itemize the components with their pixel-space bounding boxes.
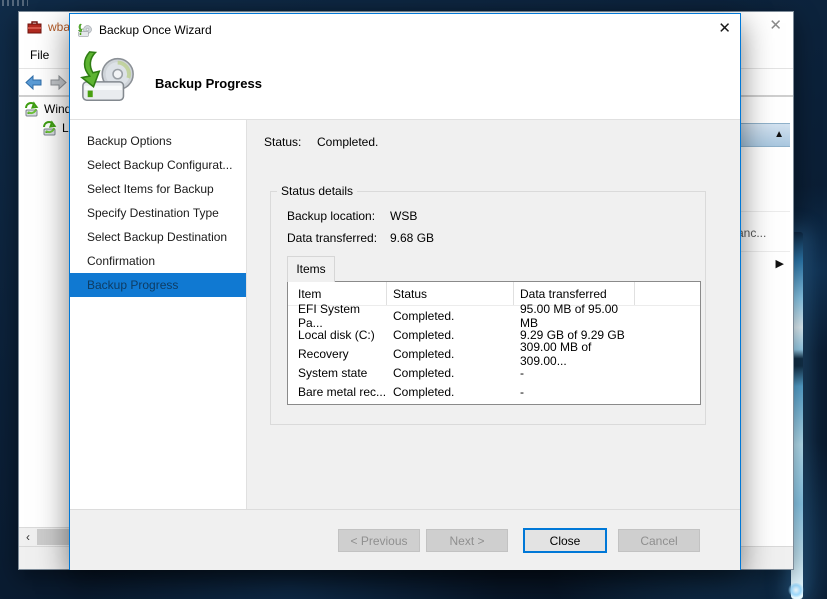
data-transferred-value: 9.68 GB — [390, 231, 434, 245]
cell-item: EFI System Pa... — [288, 302, 387, 330]
cell-item: Recovery — [288, 347, 387, 361]
wizard-close-icon[interactable]: ✕ — [718, 21, 731, 36]
status-label: Status: — [264, 135, 301, 149]
status-details-groupbox: Status details Backup location: WSB Data… — [270, 191, 706, 425]
scroll-up-icon[interactable]: ▲ — [774, 129, 784, 140]
previous-button[interactable]: < Previous — [338, 529, 420, 552]
backup-location-value: WSB — [390, 209, 417, 223]
wizard-step-list: Backup Options Select Backup Configurat.… — [70, 120, 247, 509]
actions-pane-separator — [740, 211, 790, 212]
server-backup-icon — [41, 120, 57, 136]
cell-data: 95.00 MB of 95.00 MB — [514, 302, 635, 330]
status-details-label: Status details — [277, 184, 357, 198]
cell-data: 309.00 MB of 309.00... — [514, 340, 635, 368]
back-arrow-icon[interactable] — [24, 74, 43, 91]
cell-data: - — [514, 366, 635, 380]
cell-item: Bare metal rec... — [288, 385, 387, 399]
cell-item: System state — [288, 366, 387, 380]
cell-item: Local disk (C:) — [288, 328, 387, 342]
tree-item-label: L — [62, 121, 69, 135]
backup-location-label: Backup location: — [287, 209, 375, 223]
cell-status: Completed. — [387, 309, 514, 323]
table-row[interactable]: Bare metal rec... Completed. - — [288, 382, 700, 401]
wizard-page-content: Status: Completed. Status details Backup… — [248, 120, 740, 509]
cancel-button[interactable]: Cancel — [618, 529, 700, 552]
column-header-spacer — [635, 282, 700, 305]
step-select-backup-configuration[interactable]: Select Backup Configurat... — [70, 153, 246, 177]
wallpaper-dots — [2, 0, 28, 6]
wizard-titlebar[interactable]: Backup Once Wizard ✕ — [70, 14, 740, 46]
step-backup-options[interactable]: Backup Options — [70, 129, 246, 153]
step-confirmation[interactable]: Confirmation — [70, 249, 246, 273]
step-select-items-for-backup[interactable]: Select Items for Backup — [70, 177, 246, 201]
cell-status: Completed. — [387, 328, 514, 342]
table-row[interactable]: EFI System Pa... Completed. 95.00 MB of … — [288, 306, 700, 325]
next-button[interactable]: Next > — [426, 529, 508, 552]
backup-progress-icon — [77, 49, 139, 107]
desktop: wba... ✕ File A Wind — [0, 0, 827, 599]
cell-status: Completed. — [387, 385, 514, 399]
cell-status: Completed. — [387, 347, 514, 361]
toolbox-icon — [27, 20, 42, 34]
step-backup-progress-selected[interactable]: Backup Progress — [70, 273, 246, 297]
backup-wizard-icon — [77, 23, 93, 38]
table-row[interactable]: Local disk (C:) Completed. 9.29 GB of 9.… — [288, 325, 700, 344]
backup-once-wizard-dialog: Backup Once Wizard ✕ Backup Progress Bac… — [69, 13, 741, 570]
data-transferred-label: Data transferred: — [287, 231, 377, 245]
menu-file[interactable]: File — [19, 48, 60, 62]
wizard-footer: < Previous Next > Close Cancel — [70, 509, 740, 570]
table-row[interactable]: Recovery Completed. 309.00 MB of 309.00.… — [288, 344, 700, 363]
wallpaper-light-glow — [788, 583, 804, 597]
tab-items[interactable]: Items — [287, 256, 335, 282]
wizard-page-title: Backup Progress — [155, 76, 262, 91]
cell-data: - — [514, 385, 635, 399]
scroll-left-icon[interactable]: ‹ — [20, 529, 36, 545]
wizard-body: Backup Options Select Backup Configurat.… — [70, 120, 740, 509]
close-button[interactable]: Close — [523, 528, 607, 553]
step-specify-destination-type[interactable]: Specify Destination Type — [70, 201, 246, 225]
actions-pane-separator — [740, 251, 790, 252]
status-value: Completed. — [317, 135, 378, 149]
forward-arrow-icon[interactable] — [49, 74, 68, 91]
table-row[interactable]: System state Completed. - — [288, 363, 700, 382]
items-table: Item Status Data transferred EFI System … — [287, 281, 701, 405]
step-select-backup-destination[interactable]: Select Backup Destination — [70, 225, 246, 249]
actions-pane-truncated-text[interactable]: anc... — [737, 226, 797, 240]
actions-pane-header[interactable]: ▲ — [740, 123, 790, 147]
wizard-window-title: Backup Once Wizard — [99, 23, 212, 37]
cell-status: Completed. — [387, 366, 514, 380]
console-close-icon[interactable]: ✕ — [769, 18, 782, 33]
expand-right-icon[interactable]: ▶ — [776, 257, 784, 270]
wizard-header: Backup Progress — [70, 46, 740, 119]
column-header-status[interactable]: Status — [387, 282, 514, 305]
server-backup-icon — [23, 101, 39, 117]
tree-item-label: Wind — [44, 102, 71, 116]
